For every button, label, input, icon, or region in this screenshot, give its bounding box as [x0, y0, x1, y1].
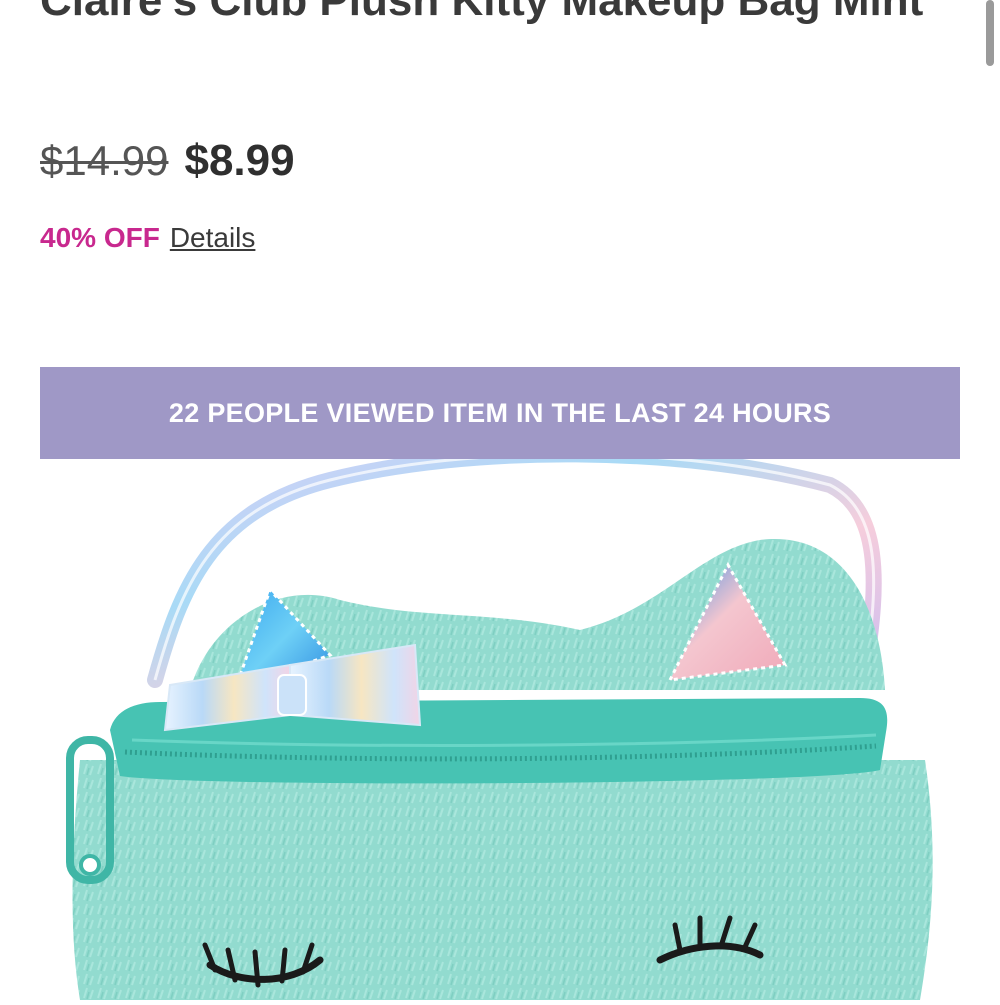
original-price: $14.99: [40, 137, 169, 184]
sale-price: $8.99: [184, 136, 295, 185]
details-link[interactable]: Details: [170, 222, 256, 254]
promo-row: 40% OFF Details: [40, 222, 255, 254]
recent-views-text: 22 PEOPLE VIEWED ITEM IN THE LAST 24 HOU…: [168, 397, 832, 428]
recent-views-banner: 22 PEOPLE VIEWED ITEM IN THE LAST 24 HOU…: [40, 367, 960, 459]
discount-label: 40% OFF: [40, 222, 160, 253]
scrollbar-thumb[interactable]: [986, 0, 994, 66]
price-row: $14.99 $8.99: [40, 134, 295, 188]
product-image[interactable]: [40, 440, 960, 1000]
product-title: Claire's Club Plush Kitty Makeup Bag Min…: [40, 0, 924, 25]
